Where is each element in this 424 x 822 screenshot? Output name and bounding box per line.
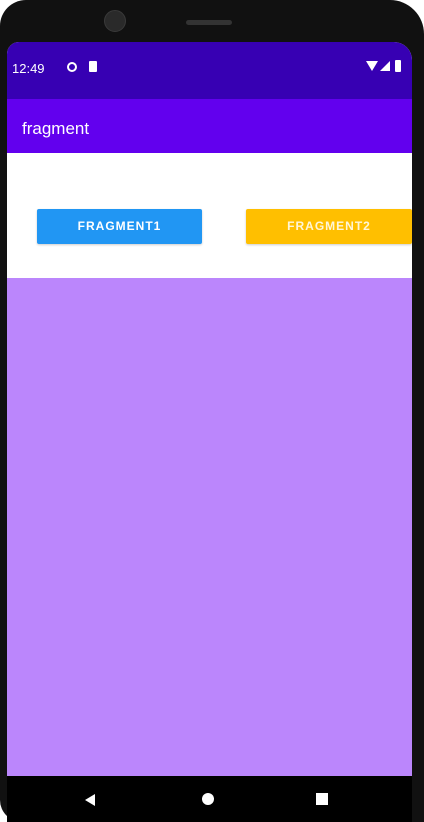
recents-icon[interactable]: [316, 793, 328, 805]
app-bar: fragment: [7, 99, 412, 153]
earpiece-speaker: [186, 20, 232, 25]
button-area: FRAGMENT1 FRAGMENT2: [7, 153, 412, 278]
screen: 12:49 fragment FRAGMENT1 FRAGMENT2: [7, 42, 412, 822]
home-icon[interactable]: [202, 793, 214, 805]
status-time: 12:49: [12, 61, 45, 76]
sync-icon: [67, 62, 77, 72]
app-title: fragment: [22, 119, 90, 138]
status-bar: 12:49: [7, 42, 412, 99]
wifi-icon: [366, 61, 378, 71]
fragment2-button[interactable]: FRAGMENT2: [246, 209, 412, 244]
fragment-container: [7, 278, 412, 776]
sd-card-icon: [89, 61, 97, 72]
phone-frame: 12:49 fragment FRAGMENT1 FRAGMENT2: [0, 0, 424, 822]
front-camera: [104, 10, 126, 32]
back-icon[interactable]: [85, 794, 95, 806]
fragment1-button[interactable]: FRAGMENT1: [37, 209, 202, 244]
navigation-bar: [7, 776, 412, 822]
signal-icon: [380, 61, 390, 71]
battery-icon: [395, 60, 401, 72]
side-bezel: [412, 40, 424, 822]
